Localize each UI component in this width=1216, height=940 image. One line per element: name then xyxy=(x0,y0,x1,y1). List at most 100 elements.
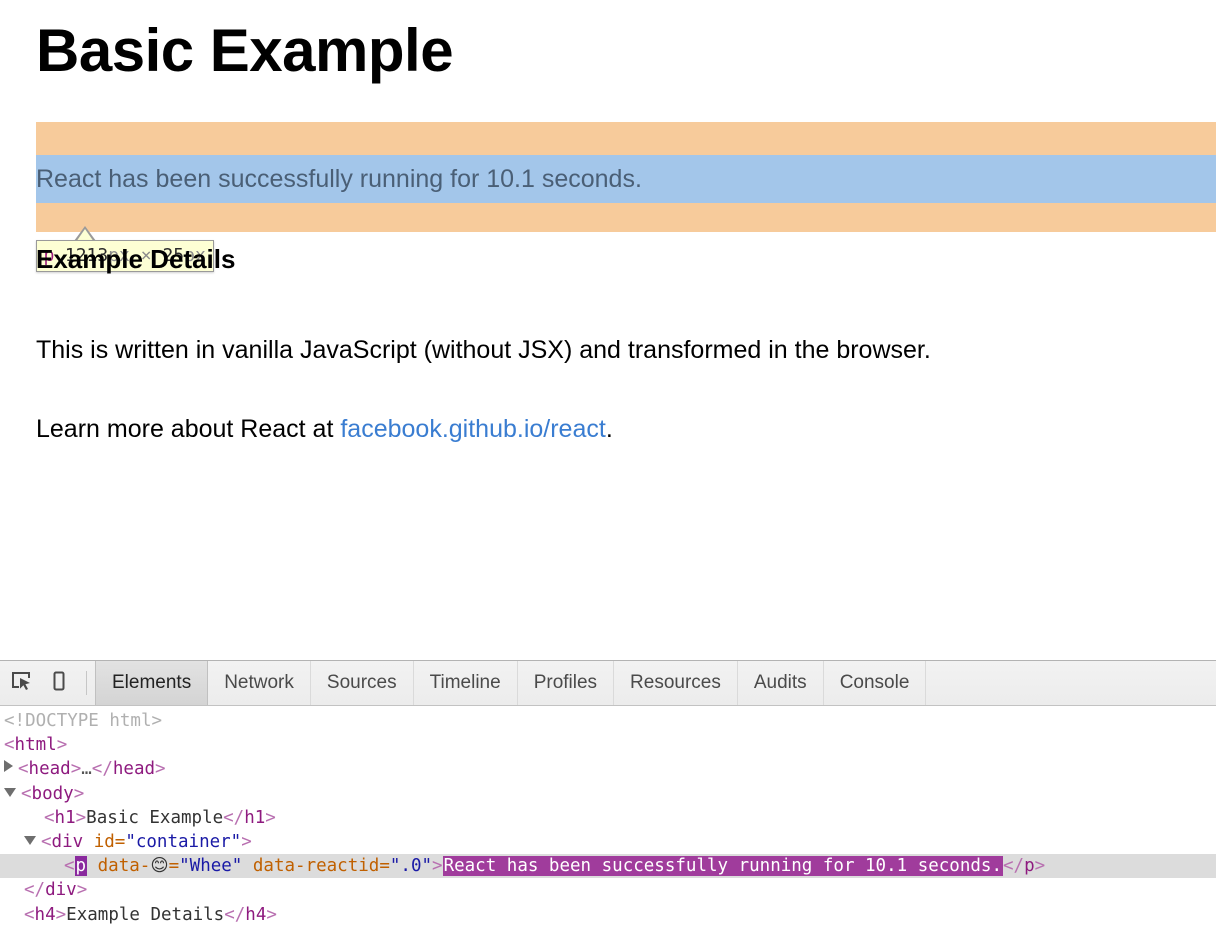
dom-row-h4[interactable]: <h4>Example Details</h4> xyxy=(0,903,1216,927)
dom-row-div-container[interactable]: <div id="container"> xyxy=(0,830,1216,854)
div-attr-id-name[interactable]: id xyxy=(94,832,115,852)
div-tag-name: div xyxy=(51,831,84,852)
body-close-bracket: > xyxy=(73,783,85,804)
head-ellipsis[interactable]: … xyxy=(81,759,92,779)
h1-text-node[interactable]: Basic Example xyxy=(86,808,223,828)
p-attr-reactid-name[interactable]: data-reactid xyxy=(253,856,379,876)
tab-elements[interactable]: Elements xyxy=(95,661,209,705)
highlight-content-box xyxy=(36,155,1216,203)
learn-more-prefix: Learn more about React at xyxy=(36,415,341,443)
tab-timeline[interactable]: Timeline xyxy=(414,661,518,705)
doctype-text: <!DOCTYPE html> xyxy=(4,711,163,731)
document-content: Basic Example xyxy=(36,0,1213,84)
html-open-bracket: < xyxy=(4,735,15,756)
head-tag-name: head xyxy=(28,759,71,780)
h4-close-bracket: </ xyxy=(224,904,246,925)
h4-close-rbracket: > xyxy=(266,904,277,925)
tab-sources-label: Sources xyxy=(326,672,397,693)
p-tag-name[interactable]: p xyxy=(74,856,88,877)
div-close-rbracket: > xyxy=(76,880,88,901)
description-paragraph: This is written in vanilla JavaScript (w… xyxy=(36,336,931,364)
p-open-rbracket: > xyxy=(432,856,443,877)
dom-row-html[interactable]: <html> xyxy=(0,733,1216,757)
example-details-heading: Example Details xyxy=(36,244,236,274)
highlighted-paragraph-text: React has been successfully running for … xyxy=(36,165,642,193)
tab-elements-label: Elements xyxy=(112,672,192,693)
h1-close-bracket: </ xyxy=(223,807,245,828)
div-close-bracket: > xyxy=(241,831,252,852)
device-toolbar-icon xyxy=(48,670,70,697)
head-open-bracket: < xyxy=(18,759,29,780)
device-toolbar-button[interactable] xyxy=(40,661,78,705)
p-attr-reactid-value[interactable]: ".0" xyxy=(390,856,432,876)
h1-open-rbracket: > xyxy=(75,807,87,828)
html-close-bracket: > xyxy=(56,735,68,756)
toolbar-divider xyxy=(86,671,87,695)
tab-sources[interactable]: Sources xyxy=(311,661,414,705)
highlight-padding-box xyxy=(36,122,1216,232)
dom-row-div-close[interactable]: </div> xyxy=(0,878,1216,902)
tab-audits-label: Audits xyxy=(753,672,807,693)
tab-console[interactable]: Console xyxy=(824,661,927,705)
div-attr-id-value[interactable]: "container" xyxy=(125,832,241,852)
head-open-rbracket: > xyxy=(70,759,82,780)
tab-audits[interactable]: Audits xyxy=(738,661,824,705)
p-close-tag-name: p xyxy=(1024,856,1035,877)
head-close-rbracket: > xyxy=(155,759,166,780)
p-close-rbracket: > xyxy=(1034,856,1046,877)
browser-page-viewport: Basic Example React has been successfull… xyxy=(0,0,1216,660)
learn-more-paragraph: Learn more about React at facebook.githu… xyxy=(36,414,613,444)
dom-row-p-selected[interactable]: <p data-😊="Whee" data-reactid=".0">React… xyxy=(0,854,1216,879)
h4-close-tagname: h4 xyxy=(245,904,267,925)
dom-row-h1[interactable]: <h1>Basic Example</h1> xyxy=(0,806,1216,830)
inspect-element-icon xyxy=(10,670,32,697)
div-close-open-bracket: </ xyxy=(24,880,46,901)
devtools-panel: Elements Network Sources Timeline Profil… xyxy=(0,660,1216,940)
h4-open-bracket: < xyxy=(24,904,35,925)
head-twisty-collapsed-icon[interactable] xyxy=(4,760,13,773)
tab-profiles-label: Profiles xyxy=(533,672,598,693)
tab-console-label: Console xyxy=(839,672,910,693)
h1-close-tag-name: h1 xyxy=(244,807,266,828)
html-tag-name: html xyxy=(14,735,57,756)
inspect-element-button[interactable] xyxy=(2,661,40,705)
h1-close-rbracket: > xyxy=(265,807,276,828)
dom-row-head[interactable]: <head>…</head> xyxy=(0,757,1216,781)
p-open-bracket: < xyxy=(64,856,75,877)
tab-network[interactable]: Network xyxy=(208,661,311,705)
devtools-toolbar: Elements Network Sources Timeline Profil… xyxy=(0,661,1216,706)
p-text-node[interactable]: React has been successfully running for … xyxy=(442,856,1003,877)
dom-tree: <!DOCTYPE html> <html> <head>…</head> <b… xyxy=(0,706,1216,927)
h4-text-node[interactable]: Example Details xyxy=(66,905,224,925)
tab-network-label: Network xyxy=(224,672,294,693)
tab-profiles[interactable]: Profiles xyxy=(518,661,615,705)
head-close-tag-name: head xyxy=(112,759,156,780)
div-attr-eq: = xyxy=(114,831,126,852)
h1-tag-name: h1 xyxy=(54,807,76,828)
div-open-bracket: < xyxy=(41,831,52,852)
dom-row-doctype[interactable]: <!DOCTYPE html> xyxy=(0,709,1216,733)
smiley-face-icon: 😊 xyxy=(150,856,169,877)
tab-resources[interactable]: Resources xyxy=(614,661,738,705)
react-docs-link[interactable]: facebook.github.io/react xyxy=(340,415,605,443)
page-title: Basic Example xyxy=(36,17,454,84)
body-twisty-expanded-icon[interactable] xyxy=(4,787,16,797)
body-open-bracket: < xyxy=(21,783,32,804)
div-twisty-expanded-icon[interactable] xyxy=(24,835,36,845)
p-attr-data-eq: = xyxy=(168,856,180,877)
div-close-tagname: div xyxy=(45,880,77,901)
h4-open-rbracket: > xyxy=(55,904,67,925)
p-attr-data-value[interactable]: "Whee" xyxy=(179,856,242,876)
p-attr-reactid-eq: = xyxy=(379,856,390,877)
h1-open-bracket: < xyxy=(44,807,55,828)
devtools-tab-bar: Elements Network Sources Timeline Profil… xyxy=(95,661,927,705)
h4-tag-name: h4 xyxy=(34,904,56,925)
learn-more-suffix: . xyxy=(605,415,613,443)
p-close-bracket: </ xyxy=(1002,856,1025,877)
p-attr-data-name[interactable]: data- xyxy=(98,856,151,876)
dom-row-body[interactable]: <body> xyxy=(0,782,1216,806)
tab-timeline-label: Timeline xyxy=(429,672,501,693)
tab-resources-label: Resources xyxy=(630,672,721,693)
body-tag-name: body xyxy=(31,783,74,804)
head-close-bracket: </ xyxy=(91,759,113,780)
